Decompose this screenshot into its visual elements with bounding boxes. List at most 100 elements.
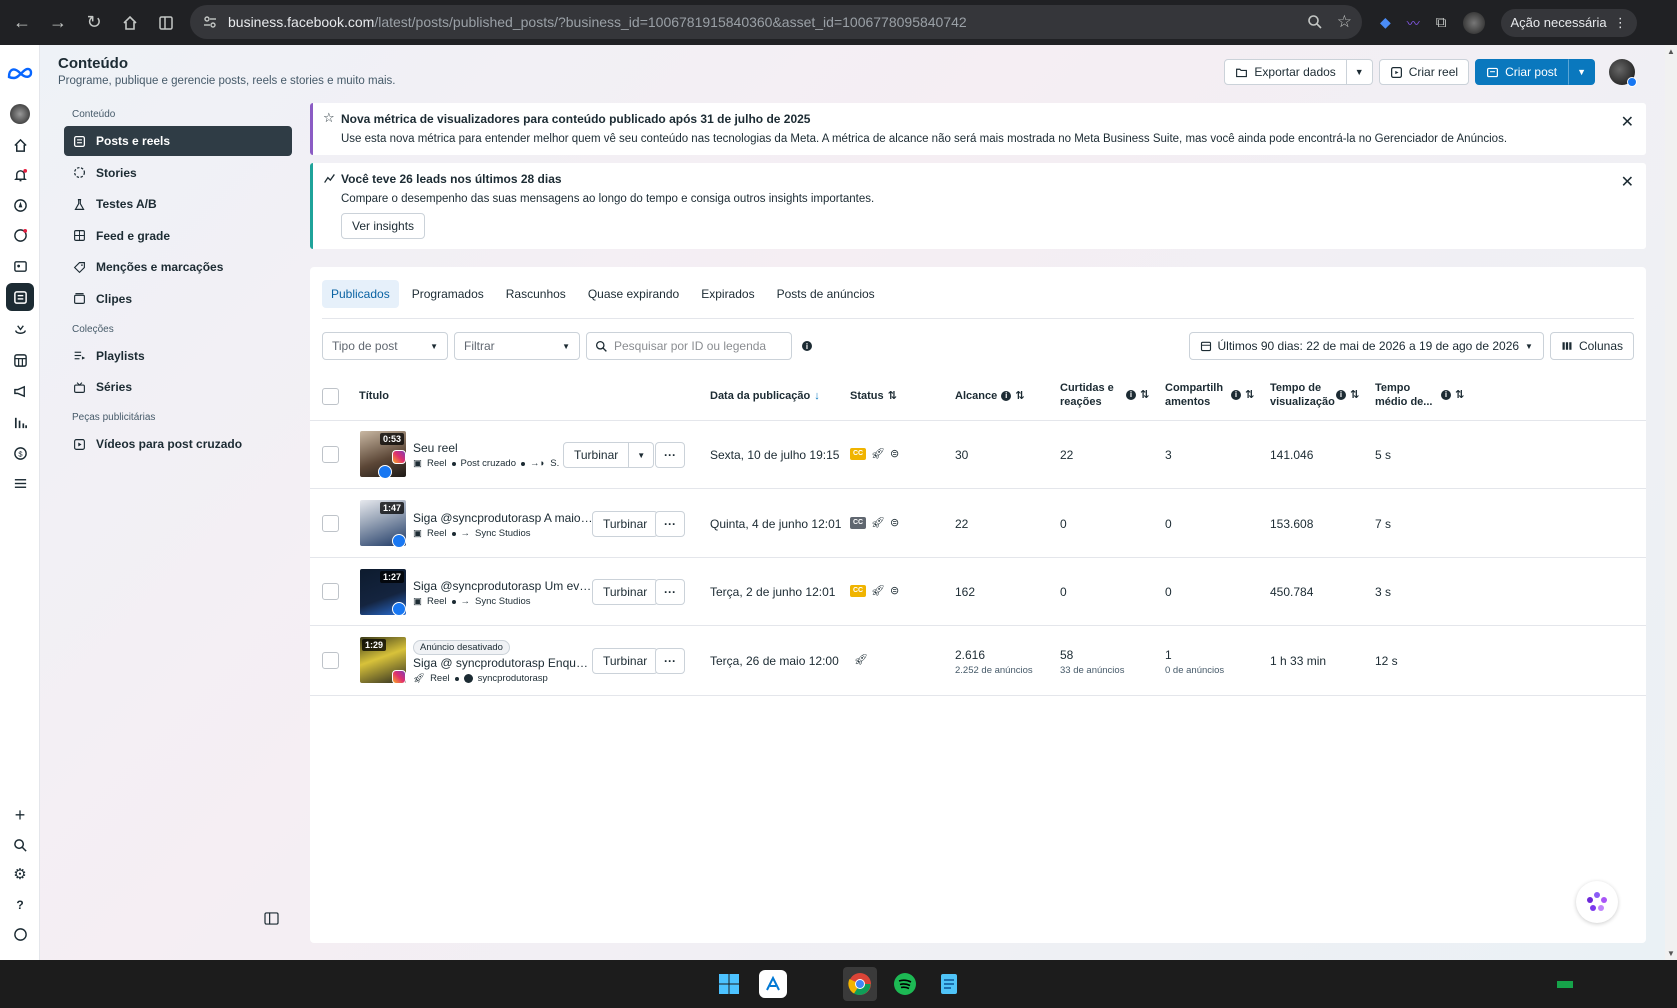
view-insights-button[interactable]: Ver insights [341,213,426,239]
tray-app-icon[interactable] [1556,974,1574,992]
zoom-icon[interactable] [1307,14,1323,30]
feedback-chat-icon[interactable] [8,922,32,946]
info-icon[interactable]: i [802,341,812,351]
table-row[interactable]: 1:47 Siga @syncprodutorasp A maioria das… [310,489,1646,558]
meta-logo-icon[interactable] [6,61,34,85]
reload-icon[interactable]: ↻ [76,5,112,41]
create-post-button[interactable]: Criar post [1475,59,1569,85]
search-icon[interactable] [8,833,32,857]
collapse-sidebar-icon[interactable] [264,912,279,925]
profile-action-required[interactable]: Ação necessária ⋮ [1500,8,1637,37]
monetization-dollar-icon[interactable]: $ [8,441,32,465]
post-title[interactable]: Siga @syncprodutorasp A maioria das... [413,511,593,525]
site-settings-icon[interactable] [202,14,218,30]
app-store-icon[interactable] [759,970,787,998]
row-checkbox[interactable] [322,446,339,463]
scroll-down-icon[interactable]: ▼ [1667,949,1675,958]
create-post-options-dropdown[interactable]: ▼ [1568,59,1595,85]
extensions-puzzle-icon[interactable]: ⧉ [1436,14,1447,31]
tab-scheduled[interactable]: Programados [403,280,493,308]
table-row[interactable]: 1:29 Anúncio desativado Siga @ syncprodu… [310,626,1646,696]
ai-assistant-button[interactable] [1576,881,1618,923]
ads-megaphone-icon[interactable] [8,379,32,403]
content-posts-icon[interactable] [6,283,34,311]
col-date[interactable]: Data da publicação ↓ [710,389,820,403]
help-icon[interactable]: ? [8,893,32,917]
col-title[interactable]: Título [359,389,389,403]
notepad-icon[interactable] [935,970,963,998]
table-row[interactable]: 0:53 Seu reel ▣ Reel Post cruzado →◗ S. … [310,421,1646,489]
columns-button[interactable]: Colunas [1549,332,1634,360]
sidebar-item-ab-tests[interactable]: Testes A/B [64,189,292,219]
export-data-button[interactable]: Exportar dados [1224,59,1347,85]
address-bar[interactable]: business.facebook.com/latest/posts/publi… [190,5,1362,39]
sidebar-item-stories[interactable]: Stories [64,158,292,188]
filter-select[interactable]: Filtrar ▼ [454,332,580,360]
page-avatar[interactable] [1609,59,1637,87]
chrome-icon[interactable] [843,967,877,1001]
close-icon[interactable]: ✕ [1621,172,1634,192]
boost-button[interactable]: Turbinar [592,511,659,537]
create-plus-icon[interactable]: + [8,803,32,827]
page-scrollbar[interactable]: ▲ ▼ [1665,45,1677,960]
tab-expiring[interactable]: Quase expirando [579,280,688,308]
contacts-card-icon[interactable] [8,254,32,278]
post-title[interactable]: Siga @ syncprodutorasp Enquanto m... [413,656,593,670]
insights-bars-icon[interactable] [8,410,32,434]
notifications-bell-icon[interactable] [8,163,32,187]
sidebar-item-clips[interactable]: Clipes [64,284,292,314]
tab-drafts[interactable]: Rascunhos [497,280,575,308]
back-icon[interactable]: ← [4,5,40,41]
more-options-button[interactable]: ··· [655,442,685,468]
sidebar-item-crosspost-videos[interactable]: Vídeos para post cruzado [64,429,292,459]
row-checkbox[interactable] [322,583,339,600]
boost-options-dropdown[interactable]: ▼ [629,442,655,468]
forward-icon[interactable]: → [40,5,76,41]
windows-start-icon[interactable] [715,970,743,998]
col-reach[interactable]: Alcance i ⇅ [955,389,1024,403]
sidebar-item-posts-reels[interactable]: Posts e reels [64,126,292,156]
boost-button[interactable]: Turbinar [592,648,659,674]
scroll-up-icon[interactable]: ▲ [1667,47,1675,56]
tab-ad-posts[interactable]: Posts de anúncios [768,280,884,308]
table-row[interactable]: 1:27 Siga @syncprodutorasp Um evento d..… [310,558,1646,626]
export-options-dropdown[interactable]: ▼ [1346,59,1373,85]
post-type-select[interactable]: Tipo de post ▼ [322,332,448,360]
tab-published[interactable]: Publicados [322,280,399,308]
tab-expired[interactable]: Expirados [692,280,763,308]
boost-button[interactable]: Turbinar [592,579,659,605]
bookmark-star-icon[interactable]: ☆ [1337,12,1352,32]
compass-icon[interactable] [8,193,32,217]
col-status[interactable]: Status ⇅ [850,389,897,403]
col-shares[interactable]: Compartilh amentos i ⇅ [1165,381,1254,409]
sidebar-item-playlists[interactable]: Playlists [64,341,292,371]
col-avg-time[interactable]: Tempo médio de... i ⇅ [1375,381,1464,409]
date-range-picker[interactable]: Últimos 90 dias: 22 de mai de 2026 a 19 … [1188,332,1544,360]
account-avatar[interactable] [8,102,32,126]
planner-icon[interactable] [8,317,32,341]
all-tools-menu-icon[interactable] [8,471,32,495]
home-icon[interactable] [112,5,148,41]
sidebar-item-feed-grid[interactable]: Feed e grade [64,221,292,251]
calendar-grid-icon[interactable] [8,348,32,372]
spotify-icon[interactable] [891,970,919,998]
row-checkbox[interactable] [322,515,339,532]
boost-button[interactable]: Turbinar [563,442,630,468]
sidebar-item-mentions[interactable]: Menções e marcações [64,252,292,282]
extension-wave-icon[interactable]: 〰 [1407,13,1420,32]
extension-tag-icon[interactable]: ◆ [1380,14,1391,31]
col-watch-time[interactable]: Tempo de visualização i ⇅ [1270,381,1359,409]
row-checkbox[interactable] [322,652,339,669]
post-title[interactable]: Siga @syncprodutorasp Um evento d... [413,579,593,593]
close-icon[interactable]: ✕ [1621,112,1634,132]
settings-gear-icon[interactable]: ⚙ [8,862,32,886]
search-input[interactable] [614,339,783,353]
select-all-checkbox[interactable] [322,388,339,405]
more-options-button[interactable]: ··· [655,648,685,674]
sidebar-item-series[interactable]: Séries [64,372,292,402]
more-options-button[interactable]: ··· [655,579,685,605]
inbox-chat-icon[interactable] [8,223,32,247]
create-reel-button[interactable]: Criar reel [1378,59,1470,85]
more-options-button[interactable]: ··· [655,511,685,537]
col-likes[interactable]: Curtidas e reações i ⇅ [1060,381,1149,409]
